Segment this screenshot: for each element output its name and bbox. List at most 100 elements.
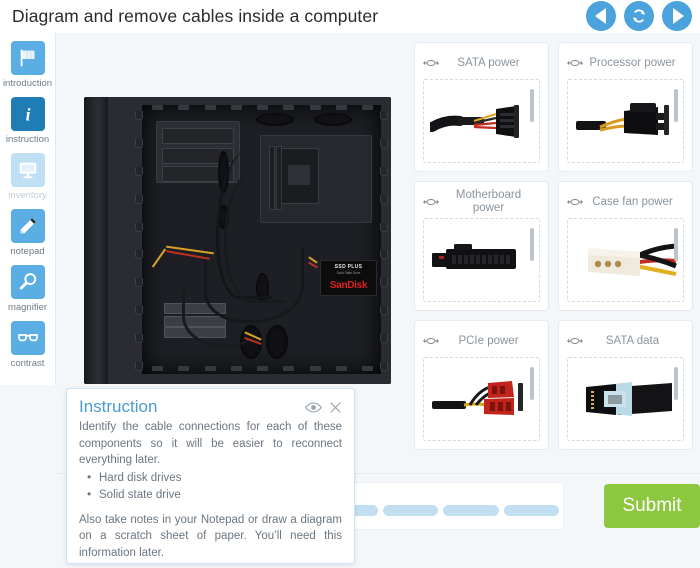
submit-button[interactable]: Submit — [604, 484, 700, 528]
instruction-panel[interactable]: Instruction Identify the cable connectio… — [66, 388, 355, 564]
card-sata-data[interactable]: SATA data — [558, 320, 693, 450]
card-processor-power[interactable]: Processor power — [558, 42, 693, 172]
card-drop-zone[interactable] — [423, 218, 540, 302]
case-cutout — [256, 113, 294, 126]
card-header: SATA data — [567, 328, 684, 354]
card-drag-handle[interactable] — [674, 228, 678, 261]
sidebar-item-label: contrast — [10, 358, 45, 369]
card-drop-zone[interactable] — [423, 79, 540, 163]
card-header: Case fan power — [567, 189, 684, 215]
sidebar-item-notepad[interactable]: notepad — [0, 209, 56, 258]
cpu-chip — [288, 165, 310, 185]
card-drag-handle[interactable] — [530, 228, 534, 261]
previous-button[interactable] — [586, 1, 616, 31]
case-fan-power-connector-image — [568, 219, 683, 301]
sidebar-item-contrast[interactable]: contrast — [0, 321, 56, 370]
rivet — [135, 250, 143, 260]
ssd-drive[interactable]: SSD PLUS Solid State Drive SanDisk — [320, 260, 377, 296]
card-drag-handle[interactable] — [674, 367, 678, 400]
instruction-actions — [305, 397, 342, 414]
ssd-sub-label: Solid State Drive — [336, 271, 361, 275]
card-drop-zone[interactable] — [567, 79, 684, 163]
magnifier-icon — [19, 273, 36, 290]
sidebar-item-introduction[interactable]: introduction — [0, 41, 56, 90]
info-icon-wrap: i — [10, 97, 45, 131]
vent — [204, 105, 216, 110]
computer-case-photo[interactable]: SSD PLUS Solid State Drive SanDisk — [84, 97, 391, 384]
triangle-right-icon — [672, 8, 684, 24]
close-icon[interactable] — [329, 401, 342, 414]
card-drop-zone[interactable] — [567, 357, 684, 441]
card-title: Processor power — [589, 56, 676, 69]
rivet — [135, 306, 143, 316]
rivet — [380, 111, 388, 120]
monitor-icon-wrap — [10, 153, 45, 187]
next-button[interactable] — [662, 1, 692, 31]
card-drag-handle[interactable] — [530, 367, 534, 400]
case-cutout — [314, 113, 352, 126]
list-item: Hard disk drives — [85, 469, 342, 487]
info-icon: i — [25, 104, 30, 124]
card-drag-handle[interactable] — [674, 89, 678, 122]
bay-slot — [162, 128, 234, 144]
card-header: Motherboard power — [423, 189, 540, 215]
rivet — [135, 222, 143, 232]
glasses-icon-wrap — [10, 321, 45, 355]
connector-icon — [423, 60, 439, 66]
progress-segment[interactable] — [443, 505, 499, 516]
instruction-title: Instruction — [79, 397, 158, 416]
progress-segment[interactable] — [503, 505, 559, 516]
card-drag-handle[interactable] — [530, 89, 534, 122]
ssd-brand-label: SanDisk — [329, 280, 368, 291]
vent — [230, 105, 242, 110]
sidebar-item-label: magnifier — [7, 302, 48, 313]
case-bottom-vents — [152, 366, 373, 372]
refresh-icon — [633, 9, 645, 23]
vent — [309, 366, 321, 371]
rivet — [135, 361, 143, 371]
sidebar-item-inventory: inventory — [0, 153, 56, 202]
card-header: PCIe power — [423, 328, 540, 354]
instruction-bullet-list: Hard disk drives Solid state drive — [85, 469, 342, 504]
reset-button[interactable] — [624, 1, 654, 31]
vent — [362, 366, 373, 371]
processor-power-connector-image — [568, 80, 683, 162]
rivet — [380, 166, 388, 176]
rivet — [380, 278, 388, 288]
rivet — [135, 111, 143, 120]
card-case-fan-power[interactable]: Case fan power — [558, 181, 693, 311]
instruction-paragraph-1: Identify the cable connections for each … — [79, 421, 342, 466]
vent — [257, 105, 268, 110]
eye-icon[interactable] — [305, 401, 322, 414]
tool-sidebar: introduction i instruction inventory not… — [0, 33, 56, 385]
vent — [362, 105, 373, 110]
rivet — [135, 334, 143, 343]
pencil-icon — [20, 218, 36, 234]
rivet — [380, 250, 388, 260]
rivet — [135, 138, 143, 148]
sidebar-item-magnifier[interactable]: magnifier — [0, 265, 56, 314]
vent — [257, 366, 268, 371]
vent — [152, 366, 163, 371]
card-title: Case fan power — [592, 195, 673, 208]
instruction-header: Instruction — [79, 397, 342, 417]
magnifier-icon-wrap — [10, 265, 45, 299]
connector-cards-grid: SATA power Processor power Motherboard p… — [414, 42, 694, 450]
card-motherboard-power[interactable]: Motherboard power — [414, 181, 549, 311]
card-drop-zone[interactable] — [567, 218, 684, 302]
svg-text:i: i — [25, 104, 30, 124]
card-drop-zone[interactable] — [423, 357, 540, 441]
progress-segment[interactable] — [382, 505, 439, 516]
vent — [230, 366, 242, 371]
card-sata-power[interactable]: SATA power — [414, 42, 549, 172]
monitor-icon — [19, 162, 36, 179]
connector-icon — [567, 338, 583, 344]
connector-icon — [567, 60, 583, 66]
vent — [152, 105, 163, 110]
card-title: PCIe power — [458, 334, 519, 347]
instruction-paragraph-2: Also take notes in your Notepad or draw … — [79, 513, 342, 559]
vent — [335, 366, 347, 371]
sata-data-connector-image — [568, 358, 683, 440]
sidebar-item-instruction[interactable]: i instruction — [0, 97, 56, 146]
card-pcie-power[interactable]: PCIe power — [414, 320, 549, 450]
